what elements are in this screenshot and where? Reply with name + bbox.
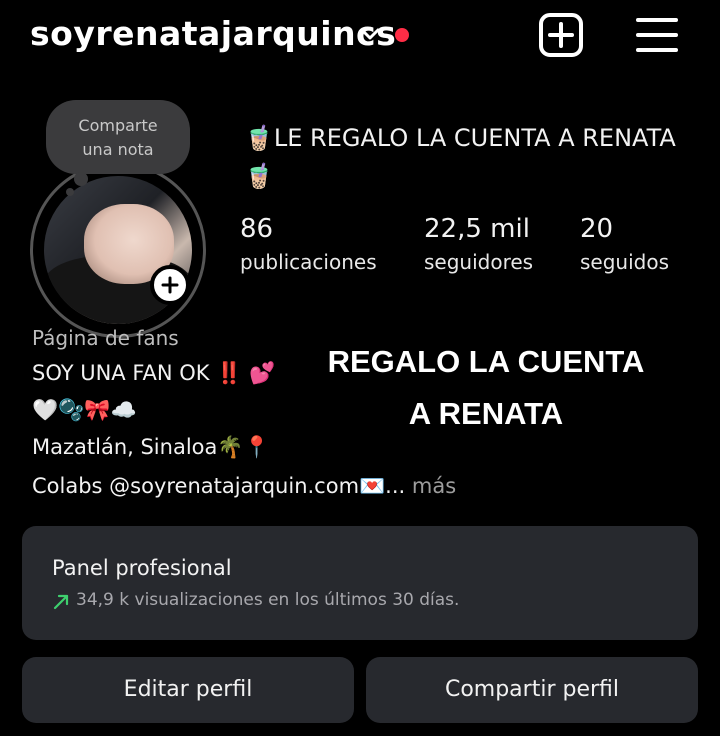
overlay-line-2: A RENATA — [408, 396, 564, 431]
panel-views-text: 34,9 k visualizaciones en los últimos 30… — [76, 590, 460, 610]
stat-followers[interactable]: 22,5 mil seguidores — [424, 214, 533, 274]
more-link[interactable]: más — [405, 474, 456, 498]
note-tail-small — [66, 188, 74, 196]
bio-collab-text: Colabs @soyrenatajarquin.com💌... — [32, 474, 406, 498]
stat-value: 22,5 mil — [424, 214, 530, 244]
panel-title: Panel profesional — [52, 556, 232, 580]
menu-icon[interactable] — [634, 14, 680, 56]
add-story-button[interactable] — [150, 265, 190, 305]
overlay-line-1: REGALO LA CUENTA — [327, 344, 645, 379]
overlay-caption: REGALO LA CUENTA A RENATA — [308, 336, 664, 440]
profile-header: soyrenatajarquincs — [0, 0, 720, 72]
stat-label: seguidores — [424, 250, 534, 274]
stat-following[interactable]: 20 seguidos — [580, 214, 669, 274]
bio-line-2: 🤍🫧🎀☁️ — [32, 398, 137, 422]
bio-location: Mazatlán, Sinaloa🌴📍 — [32, 435, 270, 459]
notification-dot — [395, 28, 409, 42]
profile-name: 🧋LE REGALO LA CUENTA A RENATA — [244, 124, 676, 152]
note-line-1: Comparte — [78, 116, 158, 135]
account-username[interactable]: soyrenatajarquincs — [30, 14, 396, 53]
bio-line-4: Colabs @soyrenatajarquin.com💌... más — [32, 474, 456, 499]
note-tail — [74, 172, 88, 186]
profile-category: Página de fans — [32, 326, 179, 350]
edit-profile-button[interactable]: Editar perfil — [22, 657, 354, 723]
bio-line-1: SOY UNA FAN OK ‼️ 💕 — [32, 361, 276, 385]
stat-value: 86 — [240, 214, 274, 244]
stat-posts[interactable]: 86 publicaciones — [240, 214, 377, 274]
create-post-icon[interactable] — [538, 12, 584, 58]
panel-subtitle: 34,9 k visualizaciones en los últimos 30… — [52, 590, 459, 610]
stat-label: seguidos — [580, 250, 670, 274]
stat-value: 20 — [580, 214, 614, 244]
note-line-2: una nota — [82, 140, 154, 159]
share-profile-button[interactable]: Compartir perfil — [366, 657, 698, 723]
chevron-down-icon[interactable] — [356, 20, 384, 48]
stat-label: publicaciones — [240, 250, 377, 274]
share-note-bubble[interactable]: Comparte una nota — [46, 100, 190, 174]
plus-icon — [161, 276, 179, 294]
profile-name-line-2: 🧋 — [244, 162, 274, 190]
professional-dashboard[interactable]: Panel profesional 34,9 k visualizaciones… — [22, 526, 698, 640]
